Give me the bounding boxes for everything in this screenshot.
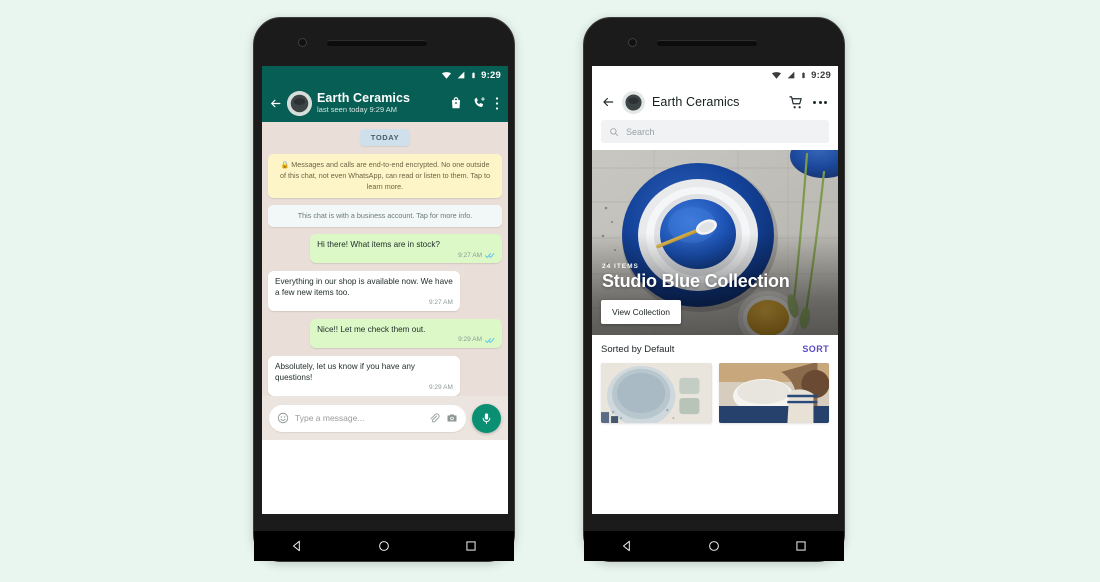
left-screen: 9:29 Earth Ceramics last seen today 9:29… [262,66,508,514]
message-time: 9:27 AM [458,251,482,259]
catalog-phone: 9:29 Earth Ceramics Search 24 ITEMS Stud… [583,17,845,562]
back-arrow-icon[interactable] [601,95,615,109]
message-input[interactable]: Type a message... [295,413,422,423]
microphone-icon [482,412,491,424]
paperclip-icon[interactable] [428,412,440,424]
view-collection-button[interactable]: View Collection [601,300,681,324]
message-time: 9:27 AM [429,299,453,307]
recents-square-icon[interactable] [794,539,808,553]
product-grid [592,363,838,423]
right-screen: 9:29 Earth Ceramics Search 24 ITEMS Stud… [592,66,838,514]
message-bubble-incoming[interactable]: Everything in our shop is available now.… [268,271,460,312]
earpiece-speaker [327,40,427,46]
sort-button[interactable]: SORT [802,344,829,354]
shopping-cart-icon[interactable] [789,95,804,110]
voice-record-button[interactable] [472,403,501,433]
overflow-menu-horizontal-icon[interactable] [811,100,829,104]
recents-square-icon[interactable] [464,539,478,553]
contact-status: last seen today 9:29 AM [317,105,398,115]
read-receipt-icon [485,338,495,343]
signal-icon [787,71,795,79]
chat-message-list[interactable]: TODAY 🔒 Messages and calls are end-to-en… [262,122,508,396]
phone-top-bezel [254,18,514,66]
business-notice-text: This chat is with a business account. Ta… [297,211,473,221]
message-bubble-incoming[interactable]: Absolutely, let us know if you have any … [268,356,460,396]
encryption-notice-text: Messages and calls are end-to-end encryp… [279,160,491,191]
hero-title: Studio Blue Collection [602,270,790,291]
earpiece-speaker [657,40,757,46]
status-bar: 9:29 [262,66,508,84]
message-meta: 9:29 AM [317,336,495,345]
sort-label: Sorted by Default [601,343,675,355]
message-composer: Type a message... [262,396,508,440]
day-divider: TODAY [268,129,502,146]
avatar[interactable] [287,90,312,116]
front-camera-icon [298,38,307,47]
contact-name: Earth Ceramics [317,90,411,105]
read-receipt-icon [485,253,495,259]
video-call-add-icon[interactable] [472,96,486,110]
signal-icon [457,71,465,79]
shop-name: Earth Ceramics [652,95,740,109]
sort-row: Sorted by Default SORT [592,335,838,363]
day-chip-label: TODAY [359,129,411,146]
product-card[interactable] [718,363,829,423]
home-circle-icon[interactable] [377,539,391,553]
message-input-container[interactable]: Type a message... [269,404,466,432]
back-triangle-icon[interactable] [290,539,304,553]
lock-icon: 🔒 [280,162,290,169]
back-triangle-icon[interactable] [620,539,634,553]
search-bar-wrap: Search [592,120,838,150]
hero-item-count: 24 ITEMS [602,262,639,270]
message-text: Nice!! Let me check them out. [317,325,426,335]
front-camera-icon [628,38,637,47]
message-meta: 9:27 AM [275,299,453,308]
shopping-bag-icon[interactable] [449,96,463,110]
search-icon [610,127,619,136]
message-text: Absolutely, let us know if you have any … [275,362,416,383]
back-arrow-icon[interactable] [269,97,282,110]
header-actions [449,96,501,111]
hero-text-block: 24 ITEMS Studio Blue Collection [602,263,790,291]
message-meta: 9:29 AM [275,384,453,393]
status-bar-time: 9:29 [481,69,501,81]
chat-title-block[interactable]: Earth Ceramics last seen today 9:29 AM [317,90,444,115]
status-bar-time: 9:29 [811,69,831,81]
status-bar: 9:29 [592,66,838,84]
home-circle-icon[interactable] [707,539,721,553]
phone-top-bezel [584,18,844,66]
wifi-icon [442,71,452,79]
message-bubble-outgoing[interactable]: Nice!! Let me check them out. 9:29 AM [310,319,502,348]
product-card[interactable] [601,363,712,423]
screenshot-stage: 9:29 Earth Ceramics last seen today 9:29… [0,0,1100,582]
emoji-icon[interactable] [277,412,289,424]
product-image [718,363,829,423]
battery-icon [472,71,475,78]
catalog-header: Earth Ceramics [592,84,838,120]
message-text: Hi there! What items are in stock? [317,240,440,250]
wifi-icon [772,71,782,79]
whatsapp-chat-phone: 9:29 Earth Ceramics last seen today 9:29… [253,17,515,562]
message-time: 9:29 AM [429,384,453,392]
encryption-notice[interactable]: 🔒 Messages and calls are end-to-end encr… [268,154,502,199]
search-input-container[interactable]: Search [601,120,829,143]
battery-icon [802,71,805,78]
android-nav-bar [584,531,844,561]
hero-banner[interactable]: 24 ITEMS Studio Blue Collection View Col… [592,150,838,335]
camera-icon[interactable] [446,412,458,424]
message-time: 9:29 AM [458,336,482,344]
chat-header: Earth Ceramics last seen today 9:29 AM [262,84,508,122]
avatar[interactable] [622,90,645,114]
message-bubble-outgoing[interactable]: Hi there! What items are in stock? 9:27 … [310,234,502,264]
business-account-notice[interactable]: This chat is with a business account. Ta… [268,205,502,228]
search-input[interactable]: Search [626,127,655,137]
android-nav-bar [254,531,514,561]
message-meta: 9:27 AM [317,252,495,261]
overflow-menu-icon[interactable] [495,96,499,111]
message-text: Everything in our shop is available now.… [275,277,453,298]
product-image [601,363,712,423]
